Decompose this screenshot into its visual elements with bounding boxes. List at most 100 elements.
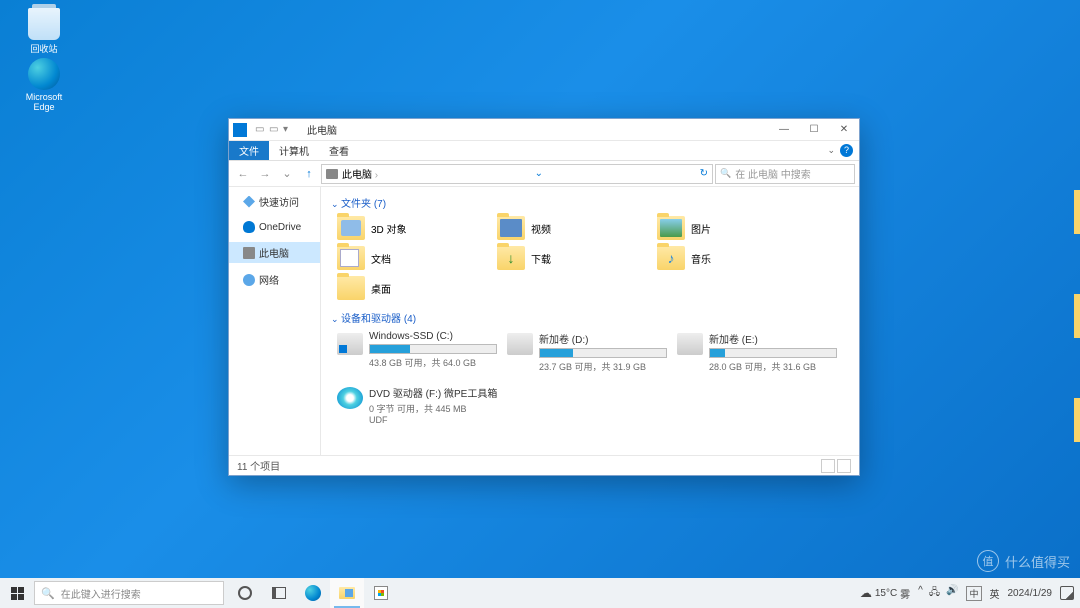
- close-button[interactable]: ✕: [829, 119, 859, 141]
- folder-label: 视频: [531, 221, 551, 236]
- task-view-button[interactable]: [262, 578, 296, 608]
- drive-space: 23.7 GB 可用，共 31.9 GB: [539, 360, 667, 373]
- pc-icon: [243, 247, 255, 259]
- nav-up-button[interactable]: ↑: [299, 164, 319, 184]
- view-tiles-button[interactable]: [837, 459, 851, 473]
- desktop-recycle-bin[interactable]: 回收站: [14, 8, 74, 55]
- help-button[interactable]: ?: [840, 144, 853, 157]
- folder-item[interactable]: 桌面: [337, 276, 427, 300]
- start-button[interactable]: [0, 578, 34, 608]
- drive-item[interactable]: DVD 驱动器 (F:) 微PE工具箱0 字节 可用，共 445 MBUDF: [337, 385, 497, 425]
- folder-item[interactable]: 下载: [497, 246, 587, 270]
- system-tray: 15°C 雾 ^ 🖧 🔊 中 英 2024/1/29: [854, 585, 1080, 602]
- folder-item[interactable]: 音乐: [657, 246, 747, 270]
- navigation-pane: 快速访问 OneDrive 此电脑 网络: [229, 187, 321, 455]
- file-explorer-icon: [339, 587, 355, 599]
- drive-space: 0 字节 可用，共 445 MB: [369, 402, 497, 415]
- maximize-button[interactable]: ☐: [799, 119, 829, 141]
- taskbar-search[interactable]: 在此键入进行搜索: [34, 581, 224, 605]
- drive-space: 28.0 GB 可用，共 31.6 GB: [709, 360, 837, 373]
- content-pane[interactable]: 文件夹 (7) 3D 对象 视频 图片文档 下载 音乐桌面 设备和驱动器 (4) Win…: [321, 187, 859, 455]
- folder-icon: [657, 216, 685, 240]
- tray-network-icon[interactable]: 🖧: [929, 585, 940, 602]
- drive-usage-bar: [709, 348, 837, 358]
- action-center-button[interactable]: [1060, 586, 1074, 600]
- folder-item[interactable]: 文档: [337, 246, 427, 270]
- watermark-text: 什么值得买: [1005, 552, 1070, 571]
- view-details-button[interactable]: [821, 459, 835, 473]
- breadcrumb[interactable]: 此电脑: [342, 166, 378, 181]
- search-placeholder: 在 此电脑 中搜索: [735, 166, 811, 181]
- system-menu-icon[interactable]: [233, 123, 247, 137]
- group-header-folders[interactable]: 文件夹 (7): [331, 195, 849, 210]
- drive-icon: [507, 333, 533, 355]
- sidebar-onedrive[interactable]: OneDrive: [229, 218, 320, 236]
- folder-item[interactable]: 图片: [657, 216, 747, 240]
- sidebar-quick-access[interactable]: 快速访问: [229, 191, 320, 212]
- drive-item[interactable]: 新加卷 (D:)23.7 GB 可用，共 31.9 GB: [507, 331, 667, 373]
- status-item-count: 11 个项目: [237, 458, 280, 473]
- nav-forward-button[interactable]: →: [255, 164, 275, 184]
- folder-item[interactable]: 3D 对象: [337, 216, 427, 240]
- minimize-button[interactable]: —: [769, 119, 799, 141]
- nav-recent-dropdown[interactable]: ⌄: [277, 164, 297, 184]
- search-placeholder: 在此键入进行搜索: [61, 586, 141, 601]
- refresh-icon[interactable]: ↻: [700, 168, 708, 179]
- nav-back-button[interactable]: ←: [233, 164, 253, 184]
- folder-label: 3D 对象: [371, 221, 407, 236]
- weather-widget[interactable]: 15°C 雾: [860, 586, 910, 601]
- tab-view[interactable]: 查看: [319, 141, 359, 160]
- edge-icon: [28, 58, 60, 90]
- watermark: 值 什么值得买: [977, 550, 1070, 572]
- group-header-drives[interactable]: 设备和驱动器 (4): [331, 310, 849, 325]
- drive-usage-bar: [369, 344, 497, 354]
- taskbar-file-explorer[interactable]: [330, 578, 364, 608]
- task-view-icon: [272, 587, 286, 599]
- sidebar-network[interactable]: 网络: [229, 269, 320, 290]
- qat-properties-icon[interactable]: ▭: [255, 124, 267, 136]
- drive-name: Windows-SSD (C:): [369, 331, 497, 342]
- status-bar: 11 个项目: [229, 455, 859, 475]
- drive-item[interactable]: Windows-SSD (C:) 43.8 GB 可用，共 64.0 GB: [337, 331, 497, 373]
- drive-icon: [337, 333, 363, 355]
- folder-icon: [337, 216, 365, 240]
- drive-icon: [677, 333, 703, 355]
- titlebar[interactable]: ▭ ▭ ▾ 此电脑 — ☐ ✕: [229, 119, 859, 141]
- drive-name: 新加卷 (E:): [709, 331, 837, 346]
- ribbon-tabs: 文件 计算机 查看 ⌄ ?: [229, 141, 859, 161]
- address-bar[interactable]: 此电脑 ⌄ ↻: [321, 164, 713, 184]
- taskbar-edge[interactable]: [296, 578, 330, 608]
- search-box[interactable]: 在 此电脑 中搜索: [715, 164, 855, 184]
- folder-item[interactable]: 视频: [497, 216, 587, 240]
- sidebar-this-pc[interactable]: 此电脑: [229, 242, 320, 263]
- folder-icon: [657, 246, 685, 270]
- folder-icon: [337, 276, 365, 300]
- qat-dropdown-icon[interactable]: ▾: [283, 124, 295, 136]
- qat-newfolder-icon[interactable]: ▭: [269, 124, 281, 136]
- tray-chevron-icon[interactable]: ^: [918, 585, 923, 602]
- tab-file[interactable]: 文件: [229, 141, 269, 160]
- store-icon: [374, 586, 388, 600]
- address-dropdown-icon[interactable]: ⌄: [535, 168, 543, 179]
- desktop-edge[interactable]: Microsoft Edge: [14, 58, 74, 112]
- ime-language[interactable]: 中: [966, 586, 981, 601]
- taskbar-store[interactable]: [364, 578, 398, 608]
- tab-computer[interactable]: 计算机: [269, 141, 319, 160]
- drive-item[interactable]: 新加卷 (E:) 28.0 GB 可用，共 31.6 GB: [677, 331, 837, 373]
- star-icon: [243, 196, 255, 208]
- file-explorer-window: ▭ ▭ ▾ 此电脑 — ☐ ✕ 文件 计算机 查看 ⌄ ? ← → ⌄ ↑ 此电…: [228, 118, 860, 476]
- folder-label: 图片: [691, 221, 711, 236]
- drive-icon: [337, 387, 363, 409]
- cortana-button[interactable]: [228, 578, 262, 608]
- tray-date[interactable]: 2024/1/29: [1008, 588, 1053, 599]
- quick-access-toolbar: ▭ ▭ ▾: [251, 124, 299, 136]
- desktop-icon-label: Microsoft Edge: [14, 92, 74, 112]
- drive-space: 43.8 GB 可用，共 64.0 GB: [369, 356, 497, 369]
- tray-volume-icon[interactable]: 🔊: [946, 585, 958, 602]
- ribbon-collapse-icon[interactable]: ⌄: [827, 145, 835, 156]
- folder-label: 音乐: [691, 251, 711, 266]
- edge-icon: [305, 585, 321, 601]
- drive-fs: UDF: [369, 415, 497, 425]
- ime-mode[interactable]: 英: [990, 586, 1000, 601]
- this-pc-icon: [326, 169, 338, 179]
